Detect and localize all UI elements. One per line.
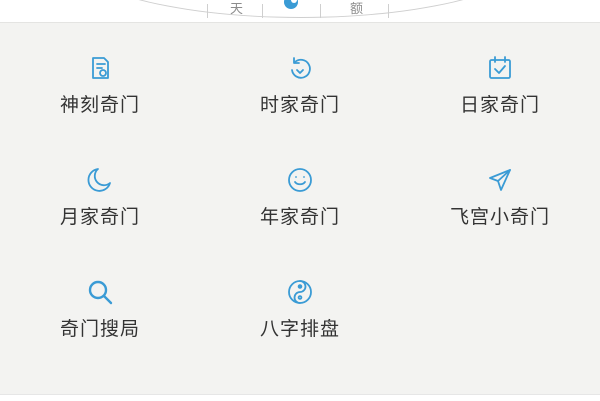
dial-divider: [388, 4, 389, 18]
menu-item-label: 八字排盘: [259, 318, 340, 340]
menu-item-label: 年家奇门: [259, 206, 340, 228]
menu-item-feigong-xiao-qimen[interactable]: 飞宫小奇门: [400, 165, 600, 277]
moon-icon: [85, 165, 115, 195]
top-banner: 天 额: [0, 0, 600, 22]
dial-left-char: 天: [230, 2, 244, 17]
dial-right-char: 额: [350, 2, 364, 17]
calendar-check-icon: [485, 53, 515, 83]
menu-item-bazi-paipan[interactable]: 八字排盘: [200, 277, 400, 389]
menu-grid: 神刻奇门 时家奇门 日家奇门 月家奇门 年家奇门 飞宫小奇门 奇门搜局 八字排盘: [0, 53, 600, 389]
document-icon: [85, 53, 115, 83]
dial-divider: [207, 4, 208, 18]
menu-item-label: 奇门搜局: [59, 318, 140, 340]
dial-divider: [320, 4, 321, 18]
menu-item-shenke-qimen[interactable]: 神刻奇门: [0, 53, 200, 165]
menu-item-qimen-souju[interactable]: 奇门搜局: [0, 277, 200, 389]
smile-icon: [285, 165, 315, 195]
function-panel: 神刻奇门 时家奇门 日家奇门 月家奇门 年家奇门 飞宫小奇门 奇门搜局 八字排盘: [0, 22, 600, 395]
menu-item-label: 月家奇门: [59, 206, 140, 228]
paper-plane-icon: [485, 165, 515, 195]
menu-item-label: 飞宫小奇门: [449, 206, 550, 228]
yin-yang-icon: [285, 277, 315, 307]
menu-item-rijia-qimen[interactable]: 日家奇门: [400, 53, 600, 165]
menu-item-label: 时家奇门: [259, 94, 340, 116]
dial-divider: [262, 4, 263, 18]
clock-arrow-icon: [285, 53, 315, 83]
dial-arc: [60, 0, 542, 18]
menu-item-label: 神刻奇门: [59, 94, 140, 116]
dial-marker-icon: [283, 0, 299, 10]
menu-item-nianjia-qimen[interactable]: 年家奇门: [200, 165, 400, 277]
menu-item-yuejia-qimen[interactable]: 月家奇门: [0, 165, 200, 277]
menu-item-label: 日家奇门: [459, 94, 540, 116]
search-icon: [85, 277, 115, 307]
menu-item-shijia-qimen[interactable]: 时家奇门: [200, 53, 400, 165]
